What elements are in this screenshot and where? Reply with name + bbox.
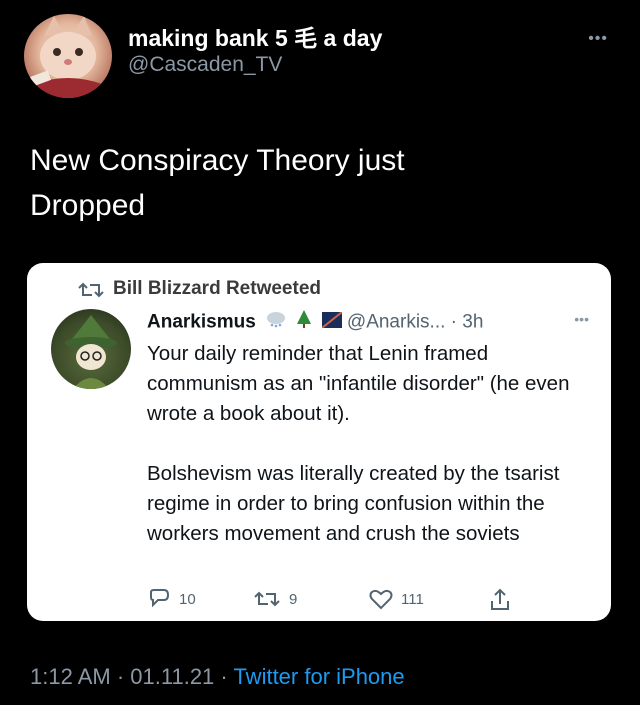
embedded-paragraph-1: Your daily reminder that Lenin framed co… (147, 342, 570, 425)
tweet-text-line-2: Dropped (30, 189, 146, 222)
more-options-icon[interactable]: ••• (588, 30, 608, 48)
tweet-text-line-1: New Conspiracy Theory just (30, 144, 405, 177)
reply-count: 10 (179, 590, 196, 608)
retweet-button[interactable]: 9 (253, 588, 297, 610)
snow-cloud-icon (265, 310, 287, 335)
embedded-author-row: Anarkismus @Anarkis... · 3h (147, 309, 483, 336)
author-handle[interactable]: @Cascaden_TV (128, 52, 382, 78)
like-button[interactable]: 111 (369, 588, 424, 610)
cat-avatar-icon (24, 16, 112, 98)
tweet-time[interactable]: 1:12 AM (30, 664, 111, 689)
embedded-tweet-card: Bill Blizzard Retweeted Anarkismus @Anar… (27, 263, 611, 621)
tweet-header: making bank 5 毛 a day @Cascaden_TV ••• (24, 14, 616, 98)
embedded-author-avatar[interactable] (51, 309, 131, 389)
footer-separator: · (214, 664, 234, 689)
tweet-date[interactable]: 01.11.21 (130, 664, 214, 689)
retweet-count: 9 (289, 590, 298, 608)
embedded-author-name[interactable]: Anarkismus (147, 312, 256, 333)
tweet-source-link[interactable]: Twitter for iPhone (233, 664, 404, 689)
tree-icon (296, 309, 312, 336)
retweeted-by-label: Bill Blizzard Retweeted (113, 278, 321, 299)
reply-button[interactable]: 10 (147, 588, 196, 610)
footer-separator: · (110, 664, 131, 689)
embedded-paragraph-2: Bolshevism was literally created by the … (147, 462, 560, 545)
embedded-more-options-icon[interactable]: ••• (574, 311, 589, 327)
share-icon (491, 588, 509, 610)
reply-icon (150, 589, 170, 608)
retweet-icon (78, 282, 104, 298)
embedded-tweet-body: Your daily reminder that Lenin framed co… (147, 339, 587, 549)
retweet-action-icon (254, 591, 280, 607)
author-avatar[interactable] (24, 14, 112, 98)
embedded-timestamp[interactable]: · 3h (451, 312, 484, 333)
embedded-action-bar: 10 9 111 (147, 588, 567, 614)
snufkin-avatar-icon (65, 315, 117, 389)
flag-icon (321, 310, 343, 335)
share-button[interactable] (489, 588, 511, 612)
tweet-footer: 1:12 AM · 01.11.21 · Twitter for iPhone (30, 664, 405, 690)
embedded-author-handle[interactable]: @Anarkis... (347, 312, 445, 333)
like-count: 111 (401, 590, 424, 608)
author-display-name[interactable]: making bank 5 毛 a day (128, 24, 382, 52)
tweet-text: New Conspiracy Theory just Dropped (30, 138, 590, 228)
heart-icon (369, 589, 393, 610)
